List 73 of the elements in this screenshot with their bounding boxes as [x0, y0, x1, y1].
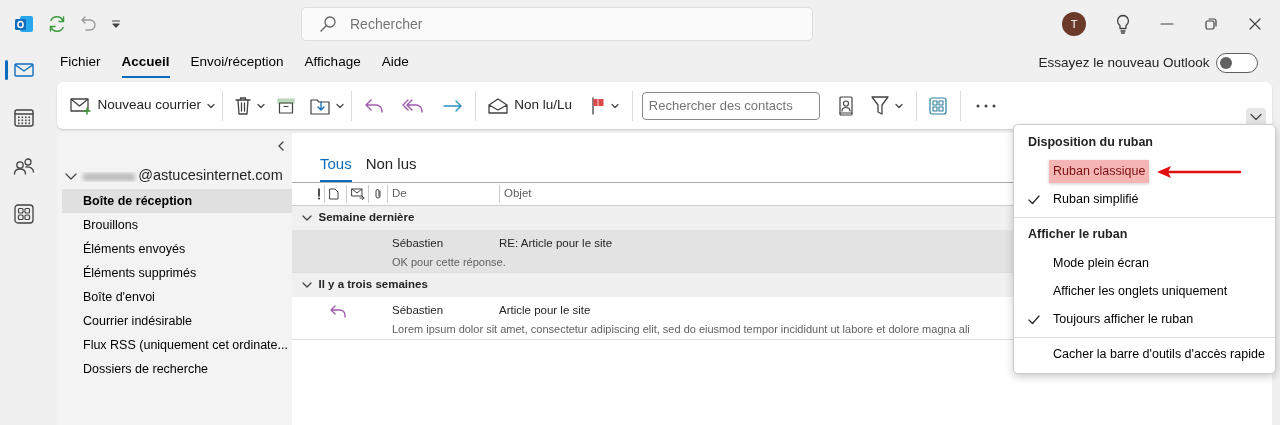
column-header[interactable]: Objet [499, 185, 979, 203]
apps-icon [14, 204, 34, 224]
menu-item[interactable]: Toujours afficher le ruban [1014, 305, 1275, 334]
account-email: @astucesinternet.com [138, 166, 283, 185]
sync-icon[interactable] [47, 14, 67, 34]
chevron-down-icon[interactable] [207, 102, 216, 109]
ribbon-tab[interactable]: Accueil [121, 48, 170, 78]
more-icon [976, 103, 997, 108]
chevron-down-icon[interactable] [895, 102, 904, 109]
menu-item[interactable]: Ruban classique [1014, 157, 1275, 186]
menu-section-title: Disposition du ruban [1027, 134, 1154, 151]
ribbon-options-button[interactable] [1245, 107, 1266, 126]
folder-item[interactable]: Éléments supprimés [62, 260, 292, 285]
folder-item[interactable]: Dossiers de recherche [62, 356, 292, 381]
filter-tab[interactable]: Non lus [365, 150, 417, 182]
read-unread-button[interactable]: Non lu/Lu [482, 91, 579, 120]
folder-item[interactable]: Éléments envoyés [62, 236, 292, 261]
group-label: Il y a trois semaines [318, 277, 428, 293]
close-icon[interactable] [1248, 17, 1262, 31]
chevron-down-icon[interactable] [256, 102, 265, 109]
chevron-down-icon [1249, 112, 1262, 121]
folder-item[interactable]: Boîte de réception [62, 188, 292, 213]
filter-icon [871, 95, 890, 116]
sender: Sébastien [392, 303, 445, 318]
collapse-pane-icon[interactable] [278, 141, 284, 151]
new-outlook-label: Essayez le nouveau Outlook [1038, 53, 1210, 72]
trash-icon [234, 95, 251, 116]
group-label: Semaine dernière [318, 210, 415, 226]
chevron-down-icon[interactable] [336, 102, 345, 109]
flag-icon [590, 96, 605, 115]
archive-icon [277, 97, 296, 114]
folder-item[interactable]: Flux RSS (uniquement cet ordinate... [62, 332, 292, 357]
column-header[interactable]: De [387, 185, 495, 203]
ribbon-tab[interactable]: Affichage [304, 48, 361, 78]
ribbon-tab[interactable]: Envoi/réception [190, 48, 284, 78]
new-mail-button[interactable]: Nouveau courrier [63, 91, 208, 120]
envelope-arrow-icon [350, 188, 365, 201]
reply-icon [363, 97, 384, 114]
subject: Article pour le site [499, 303, 591, 318]
importance-icon [317, 188, 321, 200]
reply-all-icon [402, 97, 425, 114]
new-mail-icon [69, 96, 92, 115]
message-preview: OK pour cette réponse. [392, 255, 507, 271]
menu-item[interactable]: Cacher la barre d'outils d'accès rapide [1014, 340, 1275, 369]
chevron-down-icon[interactable] [610, 102, 619, 109]
search-icon [319, 15, 337, 33]
address-book-icon [838, 95, 853, 116]
envelope-open-icon [488, 97, 509, 114]
search-field[interactable]: Rechercher [301, 7, 813, 41]
ribbon-tab[interactable]: Aide [381, 48, 409, 78]
folder-arrow-icon [310, 96, 331, 115]
people-icon [13, 157, 35, 175]
customize-toolbar-icon[interactable] [111, 19, 121, 29]
forward-icon [442, 99, 463, 112]
calendar-icon [14, 108, 34, 128]
paperclip-icon [373, 188, 383, 201]
ribbon-tab[interactable]: Fichier [60, 48, 101, 78]
mail-icon [14, 62, 34, 78]
grid-icon [929, 96, 948, 115]
folder-item[interactable]: Brouillons [62, 212, 292, 237]
lightbulb-icon[interactable] [1116, 14, 1130, 34]
message-preview: Lorem ipsum dolor sit amet, consectetur adipiscing elit, sed do eiusmod tempor incididunt ut labore et dolore magna ali [392, 322, 970, 338]
sender: Sébastien [392, 236, 445, 251]
folder-item[interactable]: Courrier indésirable [62, 308, 292, 333]
outlook-logo-icon[interactable] [14, 14, 34, 34]
avatar[interactable]: T [1062, 12, 1086, 36]
filter-tab[interactable]: Tous [320, 150, 352, 182]
contact-search-field[interactable]: Rechercher des contacts [641, 91, 820, 120]
folder-item[interactable]: Boîte d'envoi [62, 284, 292, 309]
subject: RE: Article pour le site [499, 236, 613, 251]
restore-icon[interactable] [1204, 17, 1218, 31]
toggle-switch[interactable] [1216, 53, 1258, 73]
document-icon [329, 188, 340, 201]
